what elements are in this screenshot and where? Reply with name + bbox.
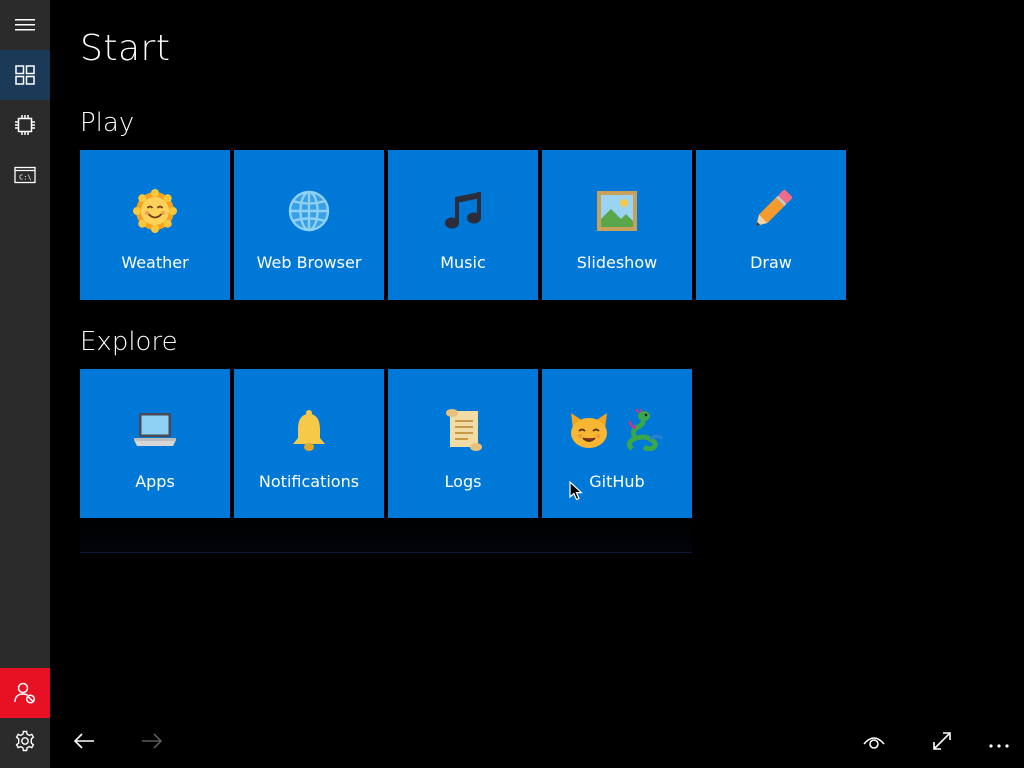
tiles-grid-icon [14, 64, 36, 86]
forward-arrow-icon [141, 732, 163, 754]
fullscreen-icon [931, 730, 953, 756]
chip-icon [14, 114, 36, 136]
tile-label: Weather [121, 253, 189, 272]
more-options-button[interactable] [974, 718, 1024, 768]
view-button[interactable] [849, 718, 899, 768]
mouse-pointer-icon [569, 480, 583, 505]
nav-start-button[interactable] [0, 50, 50, 100]
user-status-button[interactable] [0, 668, 50, 718]
framed-picture-icon [542, 188, 692, 234]
bell-icon [234, 407, 384, 453]
tile-label: Music [440, 253, 486, 272]
bottom-app-bar [0, 718, 1024, 768]
eye-icon [862, 732, 886, 754]
group-title-explore: Explore [80, 327, 178, 357]
command-prompt-icon: C:\ [14, 166, 36, 184]
forward-button[interactable] [127, 718, 177, 768]
tile-draw[interactable]: Draw [696, 150, 846, 300]
music-note-icon [388, 188, 538, 234]
back-arrow-icon [73, 732, 95, 754]
cat-face-icon [571, 413, 607, 448]
svg-text:C:\: C:\ [19, 174, 32, 182]
tile-label: Apps [135, 472, 175, 491]
left-nav-rail: C:\ [0, 0, 50, 718]
user-blocked-icon [13, 681, 37, 705]
tile-apps[interactable]: Apps [80, 369, 230, 519]
tile-group-explore: Apps Notifications Logs GitHub [80, 369, 692, 519]
tile-label: Notifications [258, 472, 360, 491]
cat-and-dragon-icon [542, 407, 692, 453]
globe-icon [234, 188, 384, 234]
tile-logs[interactable]: Logs [388, 369, 538, 519]
page-title: Start [80, 28, 171, 69]
hamburger-menu-button[interactable] [0, 0, 50, 50]
settings-button[interactable] [0, 718, 50, 768]
smiling-sun-icon [80, 188, 230, 234]
settings-gear-icon [14, 730, 36, 756]
nav-device-button[interactable] [0, 100, 50, 150]
fullscreen-button[interactable] [917, 718, 967, 768]
more-icon [988, 734, 1010, 753]
tile-music[interactable]: Music [388, 150, 538, 300]
tile-row-reflection [80, 518, 692, 553]
dragon-icon [626, 409, 664, 451]
laptop-icon [80, 407, 230, 453]
tile-group-play: Weather Web Browser Music Slideshow Draw [80, 150, 846, 300]
pencil-icon [696, 188, 846, 234]
hamburger-menu-icon [14, 17, 36, 33]
tile-label: GitHub [589, 472, 645, 491]
group-title-play: Play [80, 108, 135, 138]
tile-weather[interactable]: Weather [80, 150, 230, 300]
tile-label: Web Browser [256, 253, 362, 272]
nav-command-prompt-button[interactable]: C:\ [0, 150, 50, 200]
tile-web-browser[interactable]: Web Browser [234, 150, 384, 300]
tile-github[interactable]: GitHub [542, 369, 692, 519]
start-screen: C:\ Start Play Weather Web Browser Music… [0, 0, 1024, 768]
tile-label: Logs [444, 472, 482, 491]
tile-label: Draw [750, 253, 792, 272]
scroll-icon [388, 407, 538, 453]
back-button[interactable] [59, 718, 109, 768]
tile-label: Slideshow [576, 253, 658, 272]
tile-slideshow[interactable]: Slideshow [542, 150, 692, 300]
tile-notifications[interactable]: Notifications [234, 369, 384, 519]
